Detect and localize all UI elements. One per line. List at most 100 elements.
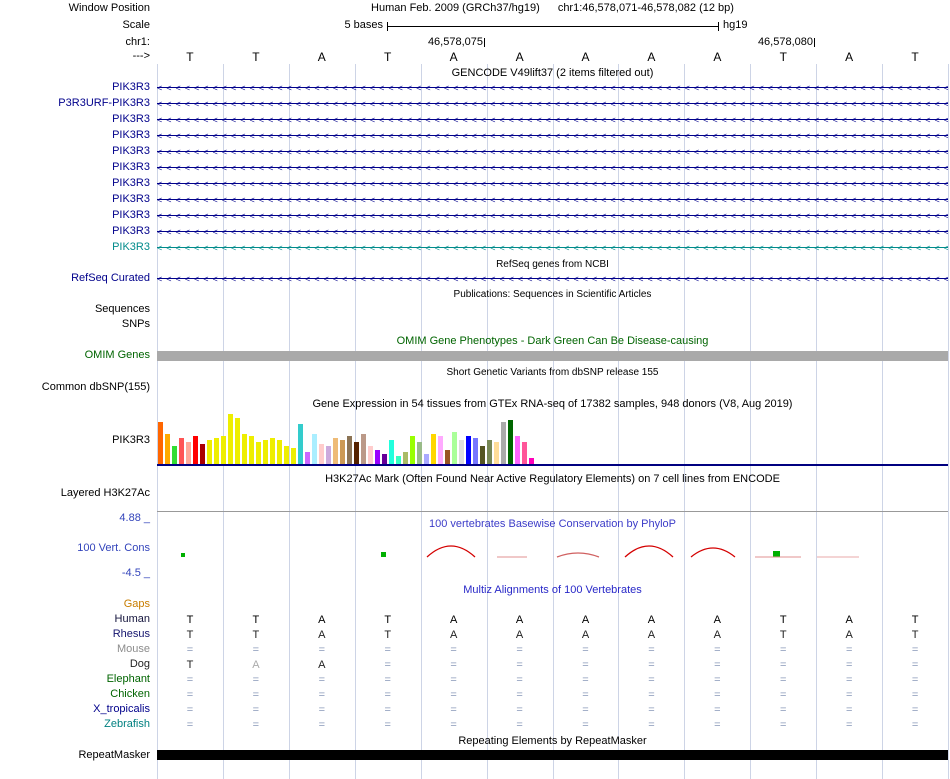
alignment-cell: = xyxy=(780,704,787,716)
gtex-track-title[interactable]: Gene Expression in 54 tissues from GTEx … xyxy=(157,398,948,411)
alignment-cell: = xyxy=(318,644,326,656)
gencode-gene-structure[interactable]: <<<<<<<<<<<<<<<<<<<<<<<<<<<<<<<<<<<<<<<<… xyxy=(157,210,948,222)
alignment-cell xyxy=(157,598,223,612)
refseq-gene-structure[interactable]: <<<<<<<<<<<<<<<<<<<<<<<<<<<<<<<<<<<<<<<<… xyxy=(157,273,948,285)
gencode-gene-label[interactable]: PIK3R3 xyxy=(0,241,150,254)
conservation-plot[interactable] xyxy=(157,535,948,581)
gencode-gene-structure[interactable]: <<<<<<<<<<<<<<<<<<<<<<<<<<<<<<<<<<<<<<<<… xyxy=(157,146,948,158)
gencode-gene-structure[interactable]: <<<<<<<<<<<<<<<<<<<<<<<<<<<<<<<<<<<<<<<<… xyxy=(157,242,948,254)
gtex-tissue-bar xyxy=(501,422,506,464)
gtex-expression-barchart[interactable] xyxy=(157,414,948,464)
gencode-gene-structure[interactable]: <<<<<<<<<<<<<<<<<<<<<<<<<<<<<<<<<<<<<<<<… xyxy=(157,194,948,206)
gencode-gene-structure[interactable]: <<<<<<<<<<<<<<<<<<<<<<<<<<<<<<<<<<<<<<<<… xyxy=(157,98,948,110)
species-label[interactable]: Mouse xyxy=(0,643,150,656)
alignment-cell: T xyxy=(252,614,260,626)
repeatmasker-track-title[interactable]: Repeating Elements by RepeatMasker xyxy=(157,735,948,748)
refseq-curated-label[interactable]: RefSeq Curated xyxy=(0,272,150,285)
species-label[interactable]: Dog xyxy=(0,658,150,671)
gtex-tissue-bar xyxy=(298,424,303,464)
gencode-gene-label[interactable]: PIK3R3 xyxy=(0,129,150,142)
gencode-gene-label[interactable]: PIK3R3 xyxy=(0,161,150,174)
species-label[interactable]: Rhesus xyxy=(0,628,150,641)
alignment-cell: = xyxy=(648,689,655,701)
gtex-tissue-bar xyxy=(515,436,520,464)
species-label[interactable]: X_tropicalis xyxy=(0,703,150,716)
alignment-cell: = xyxy=(252,719,260,731)
gencode-gene-label[interactable]: PIK3R3 xyxy=(0,209,150,222)
alignment-cell: = xyxy=(252,704,260,716)
gencode-gene-structure[interactable]: <<<<<<<<<<<<<<<<<<<<<<<<<<<<<<<<<<<<<<<<… xyxy=(157,82,948,94)
alignment-cell: A xyxy=(318,614,326,626)
gtex-tissue-bar xyxy=(179,438,184,464)
alignment-cell: A xyxy=(713,629,721,641)
gencode-gene-label[interactable]: PIK3R3 xyxy=(0,113,150,126)
multiz-track-title[interactable]: Multiz Alignments of 100 Vertebrates xyxy=(157,584,948,597)
base-letter: A xyxy=(449,50,458,64)
gtex-tissue-bar xyxy=(214,438,219,464)
alignment-cell: T xyxy=(779,614,787,626)
alignment-cell xyxy=(421,598,487,612)
dna-sequence-row: TTATAAAAATAT xyxy=(157,50,948,64)
gencode-gene-structure[interactable]: <<<<<<<<<<<<<<<<<<<<<<<<<<<<<<<<<<<<<<<<… xyxy=(157,130,948,142)
coordinate-left-tick xyxy=(484,38,485,47)
dbsnp-label[interactable]: Common dbSNP(155) xyxy=(0,381,150,394)
alignment-cell: = xyxy=(516,659,523,671)
publications-snps-label[interactable]: SNPs xyxy=(0,318,150,331)
alignment-cell: = xyxy=(845,719,853,731)
alignment-cell: A xyxy=(581,629,590,641)
h3k27ac-label[interactable]: Layered H3K27Ac xyxy=(0,487,150,500)
gtex-tissue-bar xyxy=(361,434,366,464)
alignment-cell: = xyxy=(318,674,326,686)
phylop-track-title[interactable]: 100 vertebrates Basewise Conservation by… xyxy=(157,518,948,531)
refseq-track-title[interactable]: RefSeq genes from NCBI xyxy=(157,258,948,271)
gencode-gene-structure[interactable]: <<<<<<<<<<<<<<<<<<<<<<<<<<<<<<<<<<<<<<<<… xyxy=(157,114,948,126)
gencode-gene-structure[interactable]: <<<<<<<<<<<<<<<<<<<<<<<<<<<<<<<<<<<<<<<<… xyxy=(157,162,948,174)
alignment-cell: = xyxy=(516,644,523,656)
gencode-gene-label[interactable]: PIK3R3 xyxy=(0,225,150,238)
publications-track-title[interactable]: Publications: Sequences in Scientific Ar… xyxy=(157,288,948,301)
ucsc-genome-browser-view: Window Position Human Feb. 2009 (GRCh37/… xyxy=(0,0,950,779)
gtex-tissue-bar xyxy=(431,434,436,464)
alignment-cell: A xyxy=(515,629,524,641)
gencode-gene-label[interactable]: PIK3R3 xyxy=(0,193,150,206)
gtex-gene-label[interactable]: PIK3R3 xyxy=(0,434,150,447)
omim-track-title[interactable]: OMIM Gene Phenotypes - Dark Green Can Be… xyxy=(157,335,948,348)
alignment-cell: = xyxy=(450,704,457,716)
gencode-gene-label[interactable]: PIK3R3 xyxy=(0,177,150,190)
gencode-gene-structure[interactable]: <<<<<<<<<<<<<<<<<<<<<<<<<<<<<<<<<<<<<<<<… xyxy=(157,178,948,190)
gencode-gene-structure[interactable]: <<<<<<<<<<<<<<<<<<<<<<<<<<<<<<<<<<<<<<<<… xyxy=(157,226,948,238)
species-label[interactable]: Gaps xyxy=(0,598,150,611)
alignment-cell: T xyxy=(384,629,392,641)
gencode-track-title[interactable]: GENCODE V49lift37 (2 items filtered out) xyxy=(157,67,948,80)
gtex-tissue-bar xyxy=(249,436,254,464)
h3k27ac-track-title[interactable]: H3K27Ac Mark (Often Found Near Active Re… xyxy=(157,473,948,486)
species-label[interactable]: Chicken xyxy=(0,688,150,701)
alignment-cell xyxy=(816,598,882,612)
gencode-gene-label[interactable]: PIK3R3 xyxy=(0,145,150,158)
phylop-track-label[interactable]: 100 Vert. Cons xyxy=(0,542,150,555)
alignment-cell: = xyxy=(384,719,391,731)
alignment-cell: = xyxy=(780,674,787,686)
strand-indicator: ---> xyxy=(132,50,150,62)
alignment-cell: = xyxy=(648,719,655,731)
species-label[interactable]: Elephant xyxy=(0,673,150,686)
alignment-row: TTATAAAAATAT xyxy=(157,628,948,642)
omim-gene-item[interactable] xyxy=(157,351,948,361)
species-label[interactable]: Human xyxy=(0,613,150,626)
omim-genes-label[interactable]: OMIM Genes xyxy=(0,349,150,362)
alignment-cell: = xyxy=(582,644,589,656)
alignment-cell: = xyxy=(318,704,326,716)
repeatmasker-item[interactable] xyxy=(157,750,948,760)
gtex-tissue-bar xyxy=(410,436,415,464)
publications-sequences-label[interactable]: Sequences xyxy=(0,303,150,316)
gencode-gene-label[interactable]: P3R3URF-PIK3R3 xyxy=(0,97,150,110)
species-label[interactable]: Zebrafish xyxy=(0,718,150,731)
gencode-gene-label[interactable]: PIK3R3 xyxy=(0,81,150,94)
conservation-mark xyxy=(426,545,476,558)
alignment-cell: = xyxy=(714,659,721,671)
gtex-tissue-bar xyxy=(487,440,492,464)
dbsnp-track-title[interactable]: Short Genetic Variants from dbSNP releas… xyxy=(157,366,948,379)
repeatmasker-label[interactable]: RepeatMasker xyxy=(0,749,150,762)
conservation-mark xyxy=(690,547,736,558)
alignment-cell: = xyxy=(845,704,853,716)
